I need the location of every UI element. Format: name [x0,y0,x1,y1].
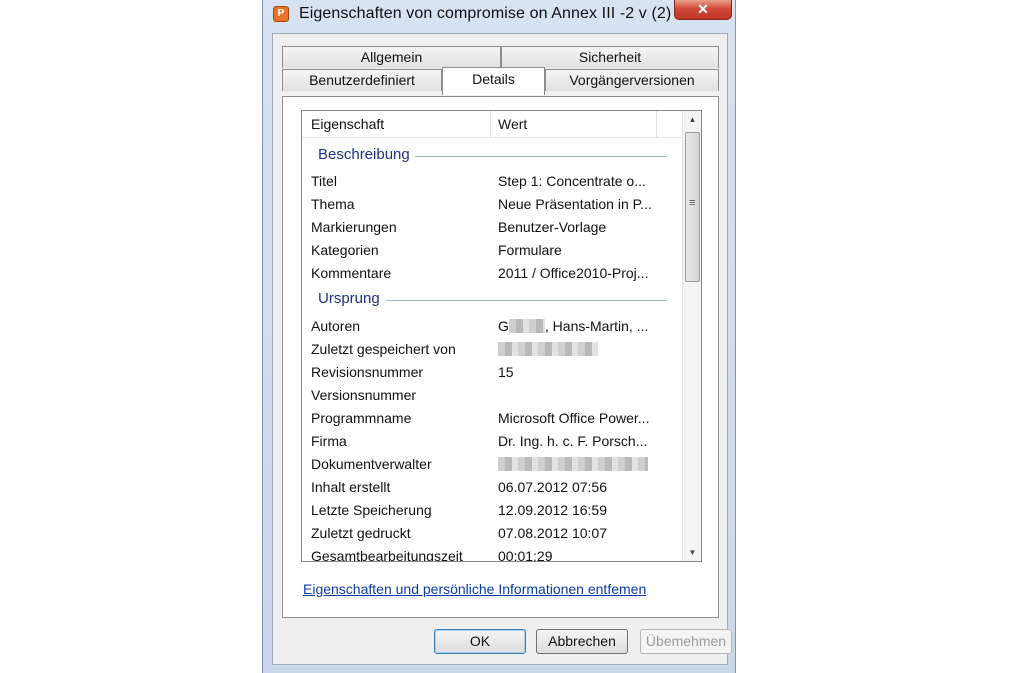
close-button[interactable]: ✕ [674,0,732,20]
prop-zuletzt-gedruckt: Zuletzt gedruckt [311,525,411,541]
author-rest: , Hans-Martin, ... [544,318,649,334]
details-panel: Eigenschaft Wert Beschreibung Titel Step… [282,96,719,618]
value-thema[interactable]: Neue Präsentation in P... [498,196,652,212]
tab-details[interactable]: Details [442,67,545,95]
tab-sicherheit[interactable]: Sicherheit [501,46,719,68]
vertical-scrollbar[interactable]: ▲ ≡ ▼ [682,111,701,561]
value-programmname[interactable]: Microsoft Office Power... [498,410,649,426]
prop-autoren: Autoren [311,318,361,334]
powerpoint-icon: P [273,6,289,22]
tab-benutzerdefiniert[interactable]: Benutzerdefiniert [282,69,442,91]
prop-titel: Titel [311,173,337,189]
dialog-body: Allgemein Sicherheit Benutzerdefiniert D… [272,33,732,665]
prop-letzte-speicherung: Letzte Speicherung [311,502,432,518]
value-zuletzt-gespeichert-von[interactable] [498,341,598,357]
value-autoren[interactable]: G , Hans-Martin, ... [498,318,648,334]
column-header-eigenschaft[interactable]: Eigenschaft [311,116,384,132]
prop-programmname: Programmname [311,410,412,426]
prop-versionsnummer: Versionsnummer [311,387,417,403]
remove-properties-link[interactable]: Eigenschaften und persönliche Informatio… [303,581,646,597]
scroll-up-icon[interactable]: ▲ [683,111,701,128]
redacted-text [498,457,648,471]
cancel-button[interactable]: Abbrechen [536,629,628,654]
tab-allgemein[interactable]: Allgemein [282,46,501,68]
prop-dokumentverwalter: Dokumentverwalter [311,456,432,472]
value-firma[interactable]: Dr. Ing. h. c. F. Porsch... [498,433,647,449]
value-inhalt-erstellt[interactable]: 06.07.2012 07:56 [498,479,607,495]
value-kommentare[interactable]: 2011 / Office2010-Proj... [498,265,648,281]
column-divider[interactable] [656,111,657,138]
prop-kommentare: Kommentare [311,265,392,281]
value-dokumentverwalter[interactable] [498,456,648,472]
author-initial: G [498,318,509,334]
title-bar[interactable]: P Eigenschaften von compromise on Annex … [263,0,737,34]
redacted-text [498,342,598,356]
properties-dialog: P Eigenschaften von compromise on Annex … [262,0,736,673]
prop-thema: Thema [311,196,355,212]
value-letzte-speicherung[interactable]: 12.09.2012 16:59 [498,502,607,518]
prop-revisionsnummer: Revisionsnummer [311,364,424,380]
value-titel[interactable]: Step 1: Concentrate o... [498,173,646,189]
ok-button[interactable]: OK [434,629,526,654]
group-header-ursprung: Ursprung [318,290,380,307]
prop-zuletzt-gespeichert-von: Zuletzt gespeichert von [311,341,456,357]
group-header-beschreibung: Beschreibung [318,146,410,163]
redacted-text [508,319,545,333]
column-divider[interactable] [490,111,491,138]
value-markierungen[interactable]: Benutzer-Vorlage [498,219,606,235]
value-revisionsnummer[interactable]: 15 [498,364,514,380]
group-divider [415,156,667,157]
apply-button[interactable]: Übemehmen [640,629,732,654]
prop-kategorien: Kategorien [311,242,379,258]
tab-vorgaengerversionen[interactable]: Vorgängerversionen [545,69,719,91]
prop-firma: Firma [311,433,347,449]
properties-list[interactable]: Eigenschaft Wert Beschreibung Titel Step… [301,110,702,562]
value-zuletzt-gedruckt[interactable]: 07.08.2012 10:07 [498,525,607,541]
grip-icon: ≡ [689,197,696,209]
column-header-wert[interactable]: Wert [498,116,527,132]
value-gesamtbearbeitungszeit[interactable]: 00:01:29 [498,548,553,561]
prop-gesamtbearbeitungszeit: Gesamtbearbeitungszeit [311,548,463,562]
scroll-down-icon[interactable]: ▼ [683,544,701,561]
window-title: Eigenschaften von compromise on Annex II… [299,5,672,22]
prop-inhalt-erstellt: Inhalt erstellt [311,479,391,495]
group-divider [386,300,667,301]
column-header: Eigenschaft Wert [302,111,682,138]
scrollbar-thumb[interactable]: ≡ [685,132,700,282]
value-kategorien[interactable]: Formulare [498,242,562,258]
prop-markierungen: Markierungen [311,219,397,235]
